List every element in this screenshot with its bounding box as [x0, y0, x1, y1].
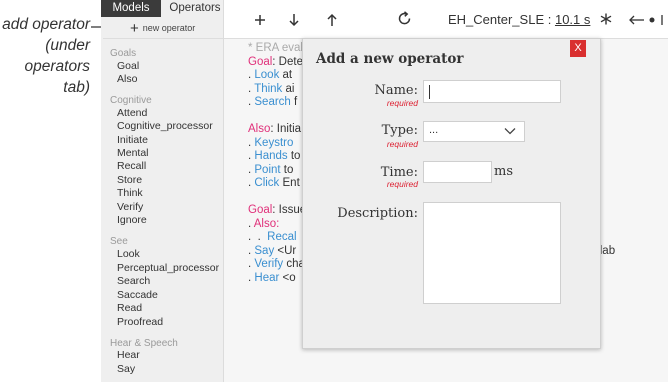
name-required-label: required: [386, 98, 418, 108]
type-value: ...: [429, 124, 439, 136]
name-input[interactable]: [423, 80, 561, 103]
type-label: Type:: [381, 123, 418, 138]
operator-say[interactable]: Say: [117, 363, 135, 375]
time-input[interactable]: [423, 161, 492, 183]
time-required-label: required: [386, 179, 418, 189]
sidebar-divider: [103, 38, 223, 39]
tab-operators[interactable]: Operators: [167, 0, 223, 17]
operator-recall[interactable]: Recall: [117, 160, 146, 172]
time-label: Time:: [380, 165, 418, 180]
category-goals: Goals: [110, 48, 137, 59]
text-caret: [429, 85, 430, 99]
operator-attend[interactable]: Attend: [117, 107, 147, 119]
operator-look[interactable]: Look: [117, 248, 140, 260]
add-operator-dialog: Add a new operator X Name: required Type…: [302, 38, 601, 349]
new-operator-button[interactable]: + new operator: [130, 20, 195, 37]
operator-hear[interactable]: Hear: [117, 349, 140, 361]
dialog-title: Add a new operator: [316, 51, 464, 67]
operator-mental[interactable]: Mental: [117, 147, 149, 159]
category-see: See: [110, 236, 128, 247]
collapse-icon[interactable]: [629, 14, 668, 26]
star-icon[interactable]: [600, 13, 612, 25]
new-operator-label: new operator: [142, 23, 196, 33]
description-label: Description:: [337, 206, 418, 221]
category-hear-speech: Hear & Speech: [110, 338, 178, 349]
operator-ignore[interactable]: Ignore: [117, 214, 147, 226]
operator-initiate[interactable]: Initiate: [117, 134, 148, 146]
time-unit-label: ms: [494, 164, 513, 179]
operator-saccade[interactable]: Saccade: [117, 289, 158, 301]
sidebar: Models Operators + new operator Goals Goa…: [101, 0, 224, 382]
description-textarea[interactable]: [423, 202, 561, 304]
close-button[interactable]: X: [570, 40, 586, 57]
annotation-label: add operator (under operators tab): [0, 14, 90, 98]
type-select[interactable]: ...: [423, 121, 525, 142]
model-title[interactable]: EH_Center_SLE : 10.1 s: [448, 12, 590, 27]
arrow-up-icon[interactable]: [327, 13, 337, 27]
name-label: Name:: [374, 83, 418, 98]
operator-search[interactable]: Search: [117, 275, 150, 287]
model-time: 10.1 s: [554, 12, 591, 27]
tab-models[interactable]: Models: [101, 0, 161, 17]
operator-perceptual-processor[interactable]: Perceptual_processor: [117, 262, 219, 274]
operator-proofread[interactable]: Proofread: [117, 316, 163, 328]
arrow-down-icon[interactable]: [289, 13, 299, 27]
chevron-down-icon: [504, 128, 516, 135]
operator-think[interactable]: Think: [117, 187, 143, 199]
plus-icon[interactable]: [254, 14, 266, 26]
operator-read[interactable]: Read: [117, 302, 142, 314]
annotation-text: add operator (under operators tab): [2, 16, 90, 96]
operator-goal[interactable]: Goal: [117, 60, 139, 72]
category-cognitive: Cognitive: [110, 95, 152, 106]
type-required-label: required: [386, 139, 418, 149]
model-name: EH_Center_SLE: [448, 12, 545, 27]
operator-verify[interactable]: Verify: [117, 201, 143, 213]
toolbar: EH_Center_SLE : 10.1 s: [224, 0, 668, 39]
plus-icon: +: [130, 20, 139, 37]
sidebar-tabs: Models Operators: [101, 0, 223, 17]
operator-also[interactable]: Also: [117, 73, 137, 85]
operator-store[interactable]: Store: [117, 174, 142, 186]
refresh-icon[interactable]: [397, 11, 412, 26]
operator-cognitive-processor[interactable]: Cognitive_processor: [117, 120, 213, 132]
